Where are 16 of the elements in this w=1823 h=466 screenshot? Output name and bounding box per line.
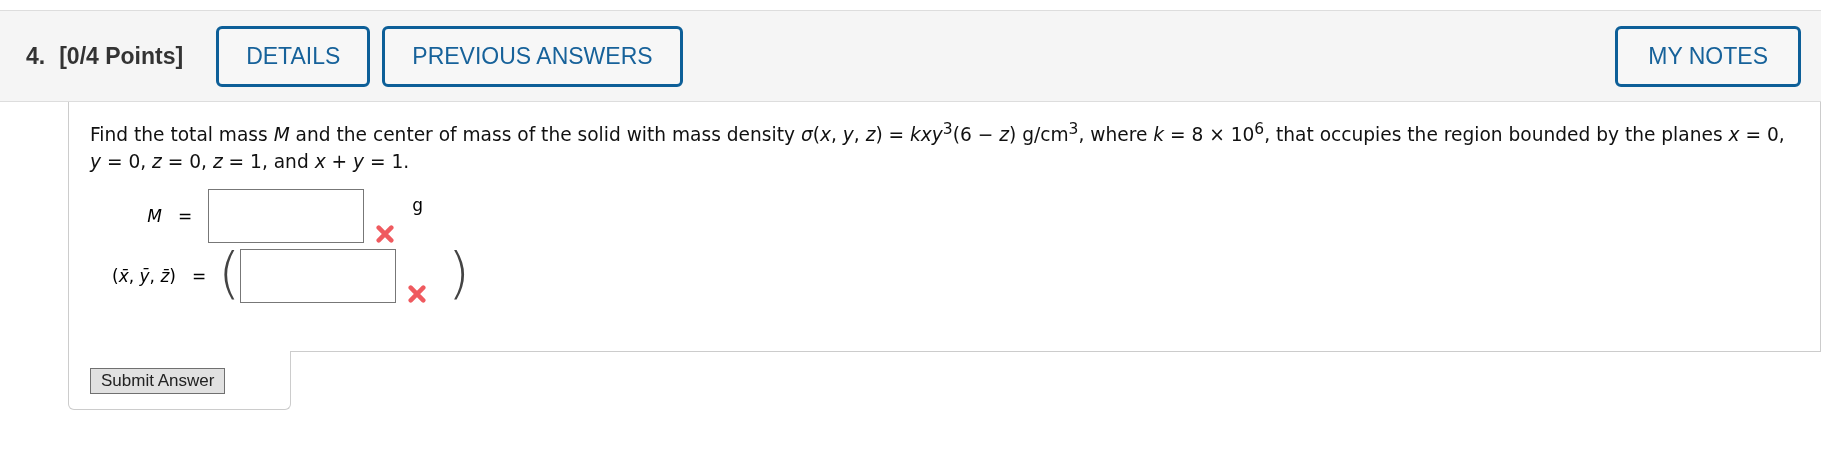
- points-label: [0/4 Points]: [59, 42, 184, 70]
- question-text: Find the total mass M and the center of mass of the solid with mass density σ(x, y, z) = kxy$^{3}$(6 − z) g/cm$^{3}$, where k = 8 × 10$^{6}$, that occupies the region bounded by the planes x = 0, y = 0, z = 0, z = 1, and x + y = 1.: [90, 119, 1786, 175]
- my-notes-button[interactable]: MY NOTES: [1615, 25, 1801, 87]
- header-button[interactable]: PREVIOUS ANSWERS: [382, 25, 683, 87]
- header-button[interactable]: DETAILS: [216, 25, 371, 87]
- answer-label: (x̄, ȳ, z̄): [111, 266, 176, 287]
- submit-answer-button[interactable]: Submit Answer: [90, 368, 226, 395]
- equals-sign: =: [192, 266, 207, 287]
- unit-label: g: [412, 194, 424, 216]
- close-parenthesis: ): [448, 245, 470, 302]
- equals-sign: =: [178, 206, 193, 227]
- question-number: 4.: [26, 42, 46, 70]
- answer-field[interactable]: [208, 189, 365, 244]
- answer-field[interactable]: [240, 249, 397, 304]
- open-parenthesis: (: [218, 245, 241, 302]
- answer-label: M: [146, 206, 162, 227]
